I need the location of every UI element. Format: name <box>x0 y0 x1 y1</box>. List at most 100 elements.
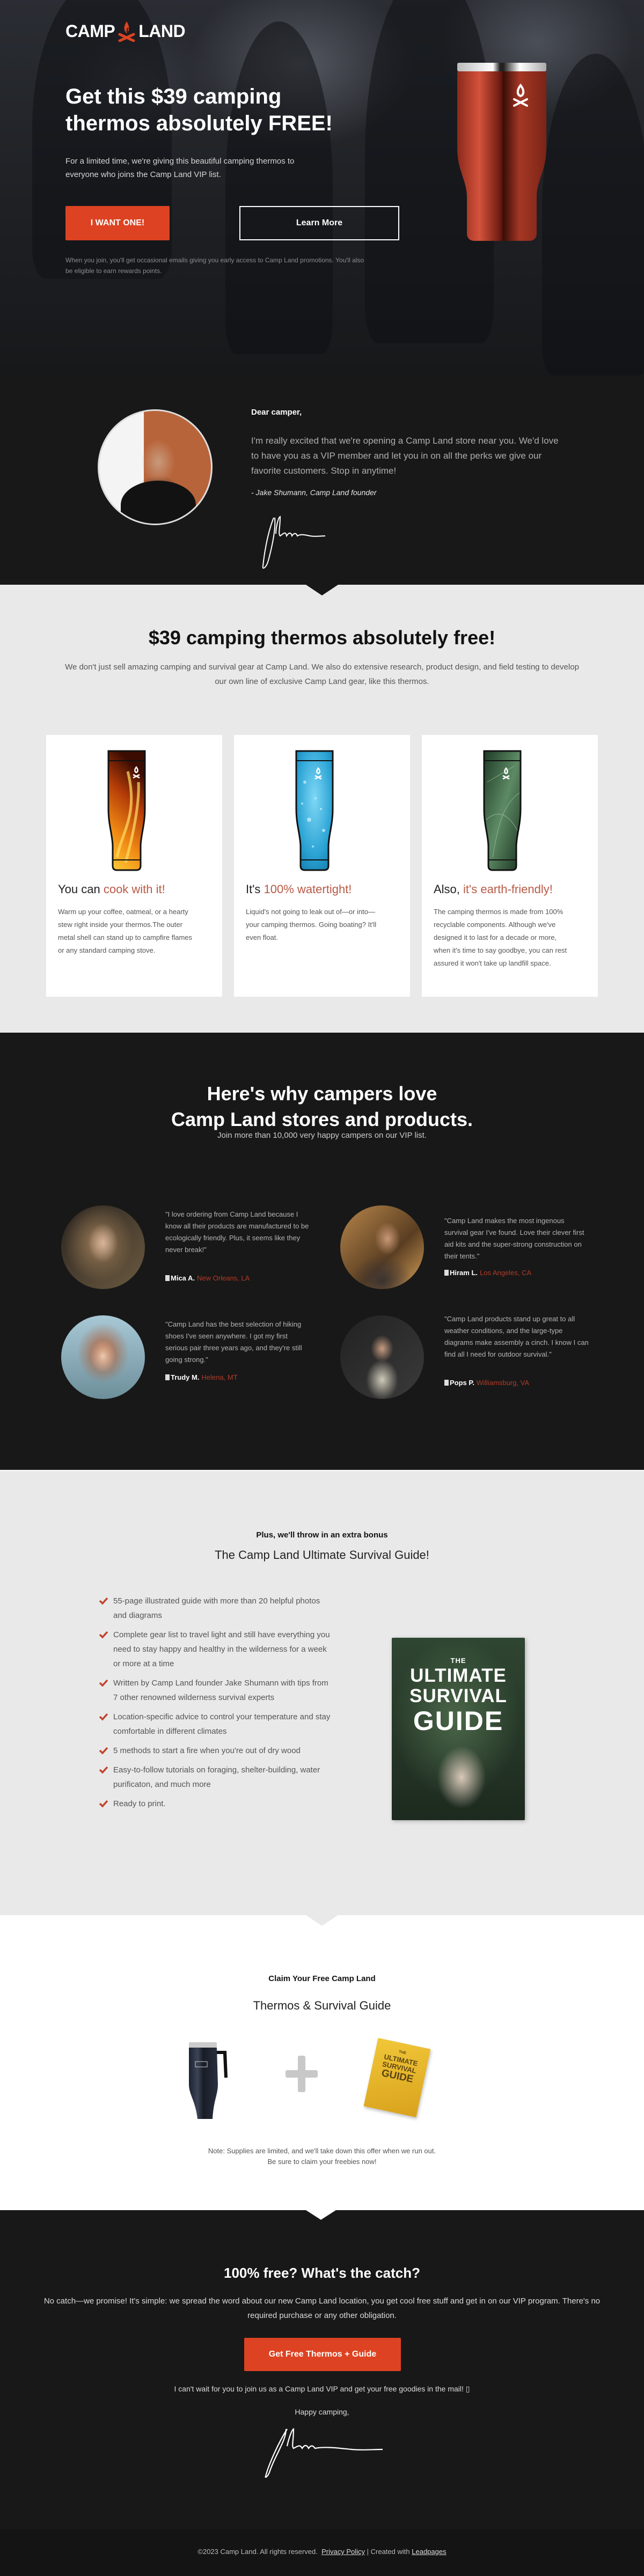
whats-the-catch-section: 100% free? What's the catch? No catch—we… <box>0 2210 644 2529</box>
bonus-item-text: Complete gear list to travel light and s… <box>113 1630 330 1668</box>
brand-logo[interactable]: CAMP LAND <box>65 20 186 42</box>
founder-letter-section: Dear camper, I'm really excited that we'… <box>0 376 644 595</box>
founder-signature <box>262 516 326 569</box>
bonus-list-item: 5 methods to start a fire when you're ou… <box>99 1743 335 1758</box>
testimonial-quote: "Camp Land has the best selection of hik… <box>165 1320 302 1364</box>
footer-created-with: Created with <box>370 2548 410 2556</box>
hero-fine-print: When you join, you'll get occasional ema… <box>65 256 364 275</box>
logo-text-right: LAND <box>138 21 186 41</box>
privacy-policy-link[interactable]: Privacy Policy <box>321 2548 365 2556</box>
title-line-1: Here's why campers love <box>207 1083 437 1105</box>
claim-note: Note: Supplies are limited, and we'll ta… <box>0 2146 644 2167</box>
bonus-feature-list: 55-page illustrated guide with more than… <box>99 1594 335 1816</box>
red-thermos-image <box>457 63 546 241</box>
i-want-one-button[interactable]: I WANT ONE! <box>65 206 170 240</box>
book-title-line: ULTIMATE SURVIVAL <box>409 1665 507 1706</box>
avatar-pops <box>340 1315 424 1399</box>
author-name: Trudy M. <box>171 1373 200 1381</box>
author-icon <box>165 1275 170 1281</box>
book-title-line: THE <box>450 1657 466 1665</box>
testimonial-quote: "I love ordering from Camp Land because … <box>165 1210 309 1254</box>
book-title-line: GUIDE <box>413 1706 504 1736</box>
section-divider-arrow <box>306 1915 338 1926</box>
avatar-trudy <box>61 1315 145 1399</box>
feature-title-cook: You can cook with it! <box>58 882 165 896</box>
feature-highlight: 100% watertight! <box>264 882 352 896</box>
catch-body: No catch—we promise! It's simple: we spr… <box>43 2297 601 2320</box>
bonus-list-item: 55-page illustrated guide with more than… <box>99 1594 335 1623</box>
section-divider-arrow <box>306 585 338 595</box>
checkmark-icon <box>99 1747 108 1755</box>
testimonial-card: "I love ordering from Camp Land because … <box>54 1199 333 1301</box>
feature-card-watertight: It's 100% watertight! Liquid's not going… <box>234 735 410 997</box>
author-name: Hiram L. <box>450 1269 478 1277</box>
bonus-item-text: Easy-to-follow tutorials on foraging, sh… <box>113 1765 320 1789</box>
title-line-2: Camp Land stores and products. <box>171 1108 473 1130</box>
features-intro: We don't just sell amazing camping and s… <box>65 663 579 686</box>
bonus-item-text: 55-page illustrated guide with more than… <box>113 1596 320 1620</box>
bonus-list-item: Ready to print. <box>99 1797 335 1811</box>
testimonial-card: "Camp Land products stand up great to al… <box>333 1309 612 1411</box>
letter-body: I'm really excited that we're opening a … <box>251 436 559 476</box>
feature-card-earth-friendly: Also, it's earth-friendly! The camping t… <box>422 735 598 997</box>
feature-lead: It's <box>246 882 264 896</box>
section-divider-arrow <box>306 2210 336 2220</box>
travel-mug-image <box>189 2042 228 2119</box>
feature-title-watertight: It's 100% watertight! <box>246 882 352 896</box>
feature-highlight: it's earth-friendly! <box>463 882 553 896</box>
feature-lead: You can <box>58 882 104 896</box>
bonus-item-text: Written by Camp Land founder Jake Shuman… <box>113 1679 328 1702</box>
learn-more-button[interactable]: Learn More <box>239 206 399 240</box>
author-location: Williamsburg, VA <box>477 1379 530 1387</box>
leaf-thermos-image <box>483 750 522 871</box>
testimonials-subtitle: Join more than 10,000 very happy campers… <box>217 1131 427 1140</box>
author-location: Helena, MT <box>201 1373 238 1381</box>
checkmark-icon <box>99 1766 108 1774</box>
campfire-icon <box>118 21 135 42</box>
get-free-thermos-guide-button[interactable]: Get Free Thermos + Guide <box>244 2338 401 2371</box>
survival-guide-book-image: THE ULTIMATE SURVIVAL GUIDE <box>363 2038 431 2117</box>
hero-title: Get this $39 camping thermos absolutely … <box>65 85 333 135</box>
catch-title: 100% free? What's the catch? <box>224 2265 420 2281</box>
feature-body-cook: Warm up your coffee, oatmeal, or a heart… <box>58 908 193 954</box>
testimonial-author: Trudy M. Helena, MT <box>165 1373 238 1381</box>
bonus-list-item: Easy-to-follow tutorials on foraging, sh… <box>99 1763 335 1792</box>
feature-title-earth-friendly: Also, it's earth-friendly! <box>434 882 553 896</box>
author-location: New Orleans, LA <box>197 1274 250 1282</box>
testimonials-title: Here's why campers love Camp Land stores … <box>0 1081 644 1132</box>
fire-thermos-image <box>107 750 146 871</box>
claim-kicker: Claim Your Free Camp Land <box>268 1974 376 1983</box>
letter-signoff: - Jake Shumann, Camp Land founder <box>251 488 377 497</box>
catch-wait-text: I can't wait for you to join us as a Cam… <box>174 2384 470 2393</box>
bonus-guide-section: Plus, we'll throw in an extra bonus The … <box>0 1470 644 1926</box>
hero-section: CAMP LAND Get this $39 camping thermos a… <box>0 0 644 376</box>
testimonial-card: "Camp Land makes the most ingenous survi… <box>333 1199 612 1301</box>
author-name: Pops P. <box>450 1379 475 1387</box>
testimonial-quote: "Camp Land makes the most ingenous survi… <box>444 1217 584 1260</box>
checkmark-icon <box>99 1713 108 1721</box>
checkmark-icon <box>99 1679 108 1687</box>
testimonial-quote: "Camp Land products stand up great to al… <box>444 1315 589 1358</box>
claim-title: Thermos & Survival Guide <box>253 1999 391 2012</box>
water-thermos-image <box>295 750 334 871</box>
footer-separator: | <box>367 2548 369 2556</box>
avatar-mica <box>61 1205 145 1289</box>
feature-body-watertight: Liquid's not going to leak out of—or int… <box>246 908 377 941</box>
note-line: Be sure to claim your freebies now! <box>267 2158 377 2166</box>
feature-card-cook: You can cook with it! Warm up your coffe… <box>46 735 222 997</box>
page-footer: ©2023 Camp Land. All rights reserved. Pr… <box>0 2529 644 2576</box>
footer-text: ©2023 Camp Land. All rights reserved. Pr… <box>0 2548 644 2556</box>
leadpages-link[interactable]: Leadpages <box>412 2548 446 2556</box>
bonus-list-item: Written by Camp Land founder Jake Shuman… <box>99 1676 335 1705</box>
founder-signature <box>265 2428 383 2478</box>
bonus-list-item: Location-specific advice to control your… <box>99 1710 335 1739</box>
survival-guide-book-cover: THE ULTIMATE SURVIVAL GUIDE <box>392 1638 525 1820</box>
author-icon <box>444 1270 449 1276</box>
feature-highlight: cook with it! <box>103 882 165 896</box>
testimonial-author: Mica A. New Orleans, LA <box>165 1274 250 1282</box>
author-name: Mica A. <box>171 1274 195 1282</box>
letter-greeting: Dear camper, <box>251 408 302 417</box>
bonus-title: The Camp Land Ultimate Survival Guide! <box>215 1548 429 1562</box>
checkmark-icon <box>99 1631 108 1639</box>
claim-offer-section: Claim Your Free Camp Land Thermos & Surv… <box>0 1915 644 2220</box>
